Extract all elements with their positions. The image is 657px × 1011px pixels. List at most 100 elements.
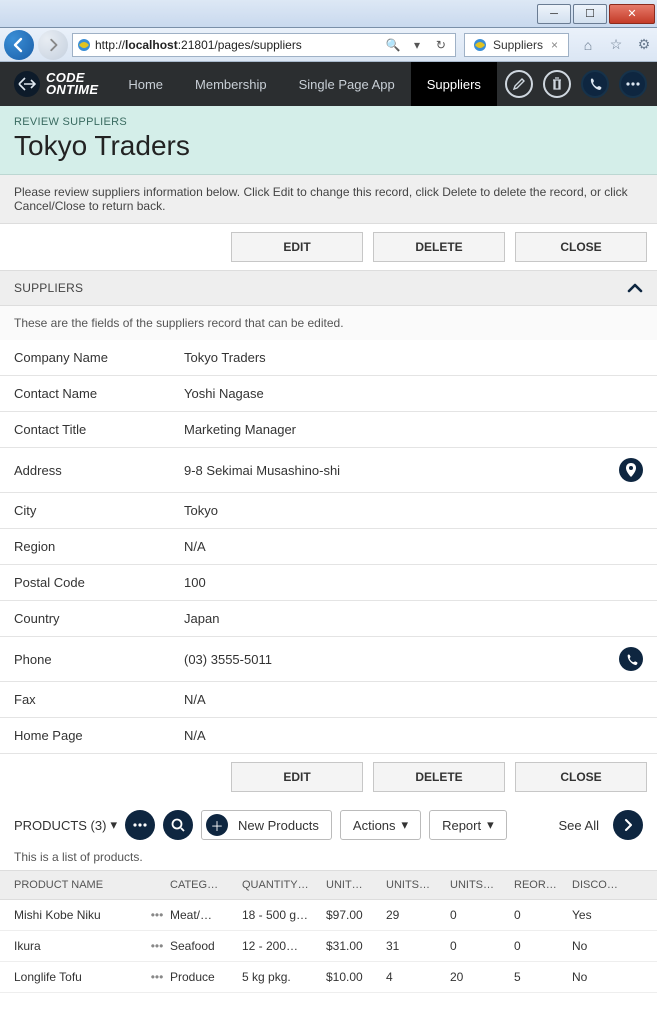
cell-category: Seafood (170, 939, 242, 953)
see-all-link[interactable]: See All (559, 818, 599, 833)
action-row-top: EDIT DELETE CLOSE (0, 224, 657, 270)
app-logo[interactable]: CODE ONTIME (0, 62, 112, 106)
table-row[interactable]: Mishi Kobe Niku•••Meat/…18 - 500 g…$97.0… (0, 900, 657, 931)
ie-icon (77, 38, 91, 52)
field-row: Phone(03) 3555-5011 (0, 637, 657, 682)
field-label: Contact Title (14, 422, 184, 437)
row-menu-icon[interactable]: ••• (144, 908, 170, 922)
field-value: (03) 3555-5011 (184, 652, 619, 667)
ie-icon (473, 38, 487, 52)
col-units-order[interactable]: UNITS… (450, 879, 514, 891)
cell-product-name: Longlife Tofu (14, 970, 144, 984)
dropdown-icon[interactable]: ▾ (407, 35, 427, 55)
row-menu-icon[interactable]: ••• (144, 939, 170, 953)
edit-action-icon[interactable] (505, 70, 533, 98)
window-minimize-button[interactable]: ─ (537, 4, 571, 24)
close-button[interactable]: CLOSE (515, 762, 647, 792)
delete-action-icon[interactable] (543, 70, 571, 98)
window-close-button[interactable]: ✕ (609, 4, 655, 24)
field-label: Region (14, 539, 184, 554)
collapse-icon[interactable] (627, 282, 643, 294)
nav-item-home[interactable]: Home (112, 62, 179, 106)
cell-reorder: 5 (514, 970, 572, 984)
edit-button[interactable]: EDIT (231, 232, 363, 262)
cell-reorder: 0 (514, 939, 572, 953)
field-label: Phone (14, 652, 184, 667)
products-grid: PRODUCT NAME CATEG… QUANTITY… UNIT… UNIT… (0, 870, 657, 993)
phone-icon[interactable] (619, 647, 643, 671)
url-text: http://localhost:21801/pages/suppliers (95, 38, 379, 52)
see-all-arrow-icon[interactable] (613, 810, 643, 840)
field-label: Contact Name (14, 386, 184, 401)
browser-tab[interactable]: Suppliers × (464, 33, 569, 57)
field-value: N/A (184, 728, 643, 743)
field-value: 100 (184, 575, 643, 590)
chevron-down-icon: ▾ (402, 817, 409, 833)
cell-quantity: 18 - 500 g… (242, 908, 326, 922)
field-row: Contact TitleMarketing Manager (0, 412, 657, 448)
field-row: Contact NameYoshi Nagase (0, 376, 657, 412)
fields-list: Company NameTokyo TradersContact NameYos… (0, 340, 657, 754)
products-heading[interactable]: PRODUCTS (3)▾ (14, 817, 117, 833)
cell-discontinued: No (572, 970, 622, 984)
browser-tabstrip: Suppliers × (464, 33, 569, 57)
nav-item-membership[interactable]: Membership (179, 62, 283, 106)
search-icon[interactable]: 🔍 (383, 35, 403, 55)
page-header: REVIEW SUPPLIERS Tokyo Traders (0, 106, 657, 175)
nav-item-single-page-app[interactable]: Single Page App (283, 62, 411, 106)
field-row: CountryJapan (0, 601, 657, 637)
field-label: Fax (14, 692, 184, 707)
close-button[interactable]: CLOSE (515, 232, 647, 262)
cell-category: Meat/… (170, 908, 242, 922)
refresh-icon[interactable]: ↻ (431, 35, 451, 55)
cell-reorder: 0 (514, 908, 572, 922)
cell-unit-price: $97.00 (326, 908, 386, 922)
phone-action-icon[interactable] (581, 70, 609, 98)
field-value: Yoshi Nagase (184, 386, 643, 401)
col-product-name[interactable]: PRODUCT NAME (14, 879, 144, 891)
col-discontinued[interactable]: DISCO… (572, 879, 622, 891)
field-value: Tokyo (184, 503, 643, 518)
tools-icon[interactable]: ⚙ (635, 36, 653, 54)
field-value: Marketing Manager (184, 422, 643, 437)
table-row[interactable]: Longlife Tofu•••Produce5 kg pkg.$10.0042… (0, 962, 657, 993)
col-reorder[interactable]: REOR… (514, 879, 572, 891)
home-icon[interactable]: ⌂ (579, 36, 597, 54)
cell-quantity: 12 - 200… (242, 939, 326, 953)
table-row[interactable]: Ikura•••Seafood12 - 200…$31.003100No (0, 931, 657, 962)
products-search-icon[interactable] (163, 810, 193, 840)
col-unit-price[interactable]: UNIT… (326, 879, 386, 891)
more-action-icon[interactable] (619, 70, 647, 98)
field-value: N/A (184, 539, 643, 554)
url-field[interactable]: http://localhost:21801/pages/suppliers 🔍… (72, 33, 456, 57)
actions-dropdown[interactable]: Actions▾ (340, 810, 421, 840)
map-pin-icon[interactable] (619, 458, 643, 482)
products-toolbar: PRODUCTS (3)▾ ＋ New Products Actions▾ Re… (0, 800, 657, 850)
new-products-button[interactable]: ＋ New Products (201, 810, 332, 840)
cell-units-stock: 31 (386, 939, 450, 953)
col-quantity[interactable]: QUANTITY… (242, 879, 326, 891)
section-header-suppliers[interactable]: SUPPLIERS (0, 270, 657, 306)
field-label: City (14, 503, 184, 518)
row-menu-icon[interactable]: ••• (144, 970, 170, 984)
edit-button[interactable]: EDIT (231, 762, 363, 792)
cell-unit-price: $31.00 (326, 939, 386, 953)
back-button[interactable] (4, 30, 34, 60)
browser-address-bar: http://localhost:21801/pages/suppliers 🔍… (0, 28, 657, 62)
products-more-icon[interactable] (125, 810, 155, 840)
delete-button[interactable]: DELETE (373, 762, 505, 792)
tab-close-icon[interactable]: × (549, 38, 560, 52)
forward-button[interactable] (38, 30, 68, 60)
favorites-icon[interactable]: ☆ (607, 36, 625, 54)
report-dropdown[interactable]: Report▾ (429, 810, 507, 840)
col-category[interactable]: CATEG… (170, 879, 242, 891)
plus-icon: ＋ (206, 814, 228, 836)
window-maximize-button[interactable]: ☐ (573, 4, 607, 24)
cell-unit-price: $10.00 (326, 970, 386, 984)
field-label: Home Page (14, 728, 184, 743)
col-units-stock[interactable]: UNITS… (386, 879, 450, 891)
nav-item-suppliers[interactable]: Suppliers (411, 62, 497, 106)
page-title: Tokyo Traders (14, 130, 643, 162)
delete-button[interactable]: DELETE (373, 232, 505, 262)
tab-title: Suppliers (493, 38, 543, 52)
